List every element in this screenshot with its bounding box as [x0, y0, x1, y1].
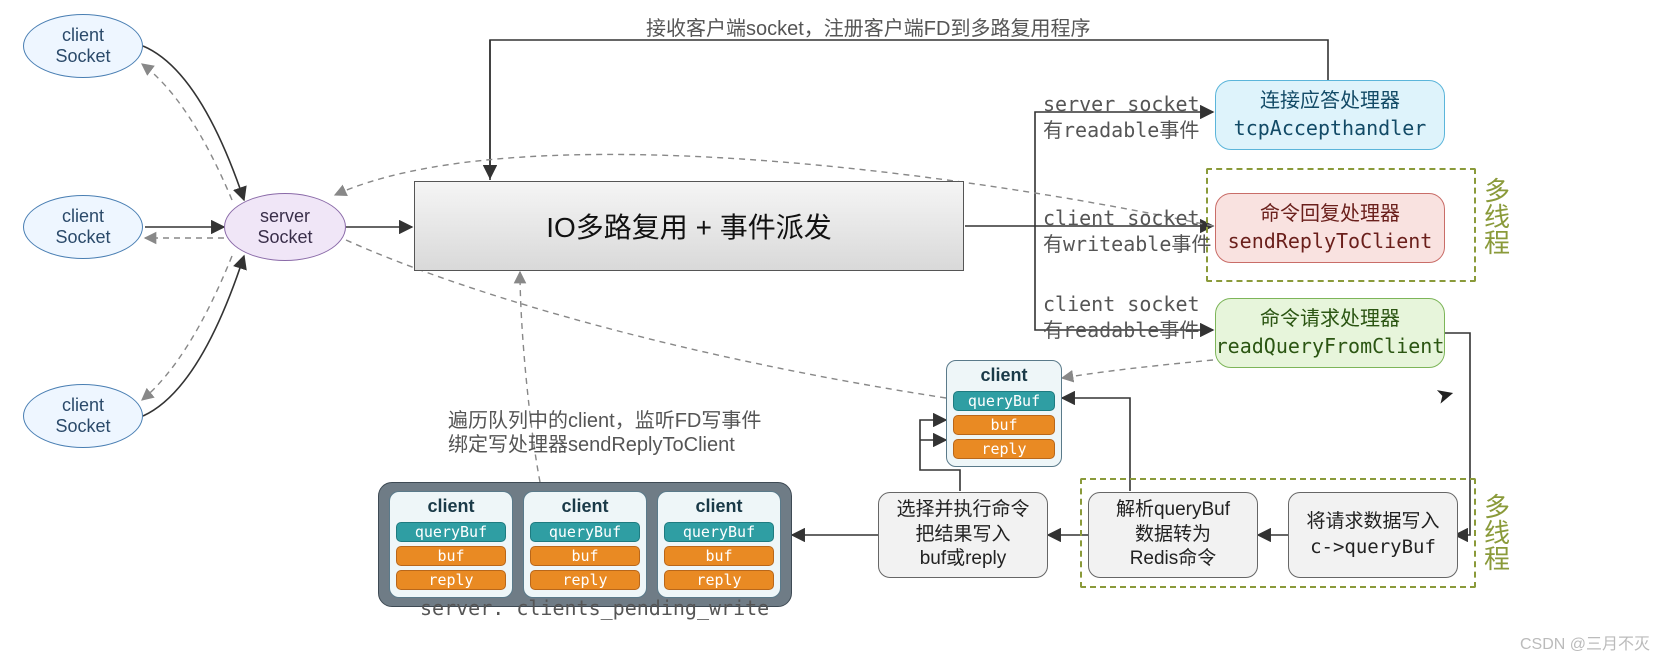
server-socket-label: server Socket [257, 206, 312, 247]
pending-write-tray: client queryBuf buf reply client queryBu… [378, 482, 792, 607]
client-socket-3: client Socket [23, 384, 143, 448]
multithread-region-top [1206, 168, 1476, 282]
step-write-request-l1: 将请求数据写入 [1306, 510, 1439, 535]
step-exec-l3: buf或reply [896, 547, 1029, 572]
client-socket-1-label: client Socket [55, 25, 110, 66]
io-multiplex-label: IO多路复用 + 事件派发 [546, 206, 831, 246]
edge-client-readable-2: 有readable事件 [1043, 314, 1199, 343]
step-parse: 解析queryBuf 数据转为 Redis命令 [1088, 492, 1258, 578]
client-socket-3-label: client Socket [55, 395, 110, 436]
read-query-line2: readQueryFromClient [1216, 333, 1445, 360]
loop-note-2: 绑定写处理器sendReplyToClient [448, 428, 735, 457]
step-write-request: 将请求数据写入 c->queryBuf [1288, 492, 1458, 578]
step-parse-l1: 解析queryBuf [1116, 498, 1230, 523]
read-query-handler: 命令请求处理器 readQueryFromClient [1215, 298, 1445, 368]
tcp-accept-handler: 连接应答处理器 tcpAccepthandler [1215, 80, 1445, 150]
edge-client-readable-1: client socket [1043, 292, 1200, 316]
client-card-title: client [953, 365, 1055, 386]
tray-client-1: client queryBuf buf reply [389, 491, 513, 598]
tcp-accept-line2: tcpAccepthandler [1234, 115, 1427, 142]
tray-client-3: client queryBuf buf reply [657, 491, 781, 598]
read-query-line1: 命令请求处理器 [1260, 306, 1400, 333]
edge-client-writeable-2: 有writeable事件 [1043, 228, 1211, 257]
top-note: 接收客户端socket，注册客户端FD到多路复用程序 [646, 12, 1090, 41]
edge-server-readable-2: 有readable事件 [1043, 114, 1199, 143]
step-exec: 选择并执行命令 把结果写入 buf或reply [878, 492, 1048, 578]
client-querybuf-pill: queryBuf [953, 391, 1055, 411]
step-write-request-l2: c->queryBuf [1306, 535, 1439, 560]
step-exec-l2: 把结果写入 [896, 523, 1029, 548]
io-multiplex-box: IO多路复用 + 事件派发 [414, 181, 964, 271]
multithread-label-bottom: 多线程 [1484, 494, 1510, 572]
client-socket-1: client Socket [23, 14, 143, 78]
client-card-solo: client queryBuf buf reply [946, 360, 1062, 467]
server-socket: server Socket [224, 193, 346, 261]
edge-server-readable-1: server socket [1043, 92, 1200, 116]
multithread-label-top: 多线程 [1484, 178, 1510, 256]
client-reply-pill: reply [953, 439, 1055, 459]
client-socket-2: client Socket [23, 195, 143, 259]
tray-caption: server. clients_pending_write [420, 596, 769, 620]
step-exec-l1: 选择并执行命令 [896, 498, 1029, 523]
tray-client-2: client queryBuf buf reply [523, 491, 647, 598]
step-parse-l2: 数据转为 [1116, 523, 1230, 548]
edge-client-writeable-1: client socket [1043, 206, 1200, 230]
cursor-icon: ➤ [1433, 380, 1458, 410]
step-parse-l3: Redis命令 [1116, 547, 1230, 572]
watermark: CSDN @三月不灭 [1520, 630, 1650, 654]
client-socket-2-label: client Socket [55, 206, 110, 247]
tcp-accept-line1: 连接应答处理器 [1260, 88, 1400, 115]
client-buf-pill: buf [953, 415, 1055, 435]
